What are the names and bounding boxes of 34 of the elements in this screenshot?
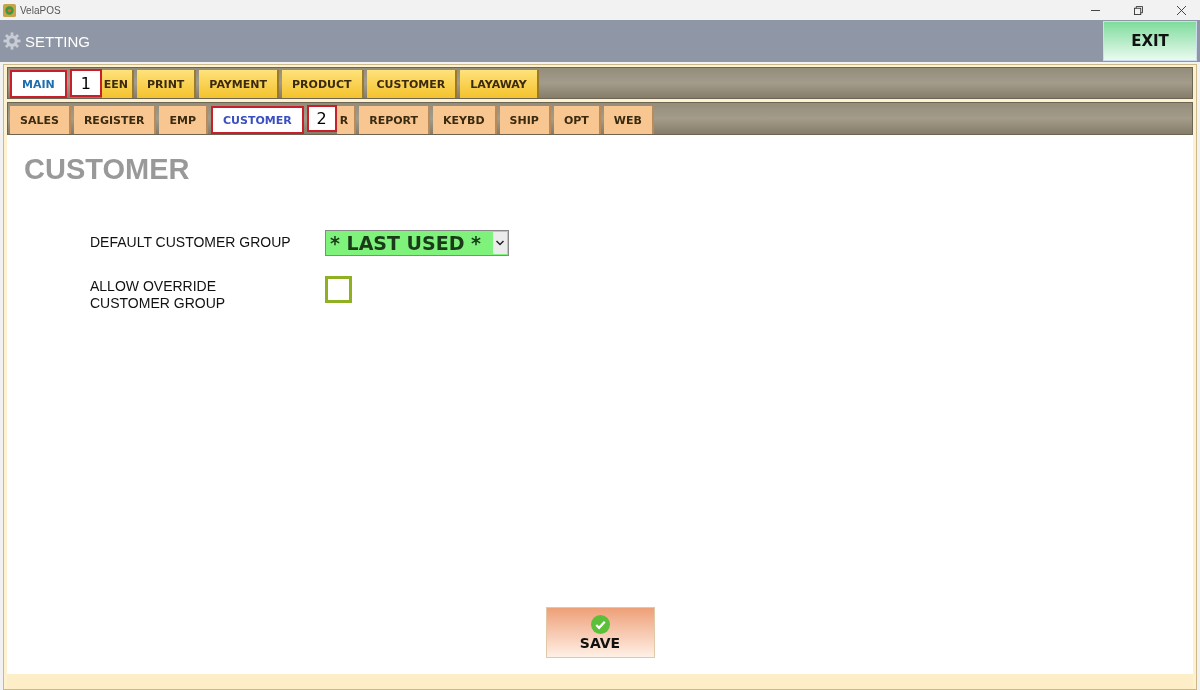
app-logo-icon xyxy=(3,3,16,17)
callout-number: 1 xyxy=(69,69,102,97)
tab[interactable]: PRINT xyxy=(137,70,197,98)
page-title: SETTING xyxy=(25,32,90,50)
field-label: DEFAULT CUSTOMER GROUP xyxy=(90,233,292,251)
field-label: ALLOW OVERRIDE CUSTOMER GROUP xyxy=(90,277,227,312)
section-heading: CUSTOMER xyxy=(24,153,190,186)
tab[interactable]: OPT xyxy=(553,106,601,134)
tab[interactable]: KEYBD xyxy=(433,106,497,134)
tab[interactable]: REPORT xyxy=(359,106,431,134)
tab[interactable]: WEB xyxy=(603,106,654,134)
tab[interactable]: MAIN xyxy=(10,70,67,98)
exit-button[interactable]: EXIT xyxy=(1103,21,1197,61)
window-title: VelaPOS xyxy=(20,4,61,16)
callout-number: 2 xyxy=(306,105,337,132)
tab[interactable]: REGISTER xyxy=(73,106,157,134)
checkbox[interactable] xyxy=(325,276,352,303)
save-button[interactable]: SAVE xyxy=(545,607,655,658)
restore-icon[interactable] xyxy=(1134,5,1143,15)
tab[interactable]: PRODUCT xyxy=(282,70,364,98)
close-icon[interactable] xyxy=(1177,5,1186,15)
tab[interactable]: LAYAWAY xyxy=(460,70,539,98)
tab[interactable]: EMP xyxy=(159,106,208,134)
tab[interactable]: SHIP xyxy=(499,106,551,134)
tab[interactable]: EEN xyxy=(101,70,134,98)
caret-icon[interactable] xyxy=(493,232,507,254)
tab[interactable]: SALES xyxy=(10,106,71,134)
tab[interactable]: CUSTOMER xyxy=(210,106,304,134)
check-icon xyxy=(590,614,610,634)
group-dropdown[interactable]: * LAST USED * xyxy=(325,230,509,256)
tab[interactable]: R xyxy=(336,106,357,134)
tab[interactable]: PAYMENT xyxy=(199,70,279,98)
gear-icon xyxy=(3,32,21,50)
tab[interactable]: CUSTOMER xyxy=(366,70,458,98)
